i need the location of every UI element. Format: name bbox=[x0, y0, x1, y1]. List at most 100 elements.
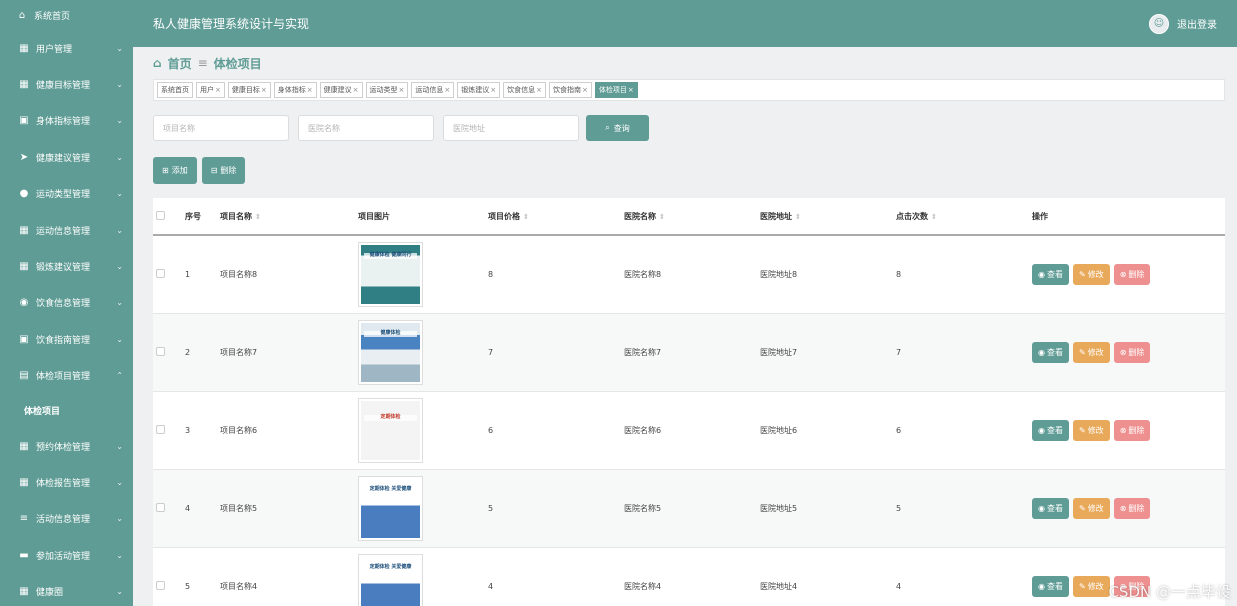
sidebar-item-6[interactable]: ▦ 锻炼建议管理 ⌄ bbox=[0, 248, 133, 284]
sidebar-item-home[interactable]: ⌂ 系统首页 bbox=[0, 0, 133, 30]
header-price[interactable]: 项目价格 ⇕ bbox=[488, 211, 624, 222]
close-icon[interactable]: × bbox=[353, 86, 359, 94]
clipboard-icon: ▣ bbox=[19, 333, 29, 345]
project-name-input[interactable] bbox=[153, 115, 289, 141]
hospital-name-input[interactable] bbox=[298, 115, 434, 141]
delete-button[interactable]: ⊟ 删除 bbox=[201, 157, 246, 184]
close-icon[interactable]: × bbox=[215, 86, 221, 94]
sidebar-subitem-exam-project[interactable]: 体检项目 bbox=[0, 393, 133, 428]
header-clicks[interactable]: 点击次数 ⇕ bbox=[896, 211, 1032, 222]
close-icon[interactable]: × bbox=[261, 86, 267, 94]
tab-tag-7[interactable]: 锻炼建议 × bbox=[457, 82, 501, 98]
edit-button[interactable]: ✎ 修改 bbox=[1072, 576, 1110, 597]
edit-icon: ✎ bbox=[1078, 348, 1086, 357]
row-delete-button[interactable]: ⊗ 删除 bbox=[1113, 264, 1151, 285]
edit-label: 修改 bbox=[1087, 426, 1104, 435]
sidebar-item-12[interactable]: ≡ 活动信息管理 ⌄ bbox=[0, 501, 133, 537]
header-address[interactable]: 医院地址 ⇕ bbox=[760, 211, 896, 222]
header-hospital[interactable]: 医院名称 ⇕ bbox=[624, 211, 760, 222]
project-image[interactable]: 定期体检 关爱健康 bbox=[358, 554, 423, 606]
close-icon[interactable]: × bbox=[628, 86, 634, 94]
view-button[interactable]: ◉ 查看 bbox=[1032, 264, 1069, 285]
tab-tag-4[interactable]: 健康建议 × bbox=[319, 82, 363, 98]
close-icon[interactable]: × bbox=[307, 86, 313, 94]
view-button[interactable]: ◉ 查看 bbox=[1032, 498, 1069, 519]
top-header: 私人健康管理系统设计与实现 ☺ 退出登录 bbox=[133, 0, 1237, 47]
tab-tag-2[interactable]: 健康目标 × bbox=[227, 82, 271, 98]
tab-tag-0[interactable]: 系统首页 bbox=[157, 82, 193, 98]
row-delete-button[interactable]: ⊗ 删除 bbox=[1113, 498, 1151, 519]
row-delete-button[interactable]: ⊗ 删除 bbox=[1113, 420, 1151, 441]
header-name[interactable]: 项目名称 ⇕ bbox=[220, 211, 358, 222]
view-button[interactable]: ◉ 查看 bbox=[1032, 576, 1069, 597]
sidebar-item-label: 身体指标管理 bbox=[36, 117, 91, 128]
sidebar-item-13[interactable]: ▬ 参加活动管理 ⌄ bbox=[0, 537, 133, 573]
action-bar: ⊞ 添加 ⊟ 删除 bbox=[153, 157, 1225, 184]
project-image[interactable]: 健康体检 bbox=[358, 320, 423, 385]
watermark: CSDN @一点毕设 bbox=[1108, 583, 1231, 601]
row-checkbox[interactable] bbox=[156, 503, 165, 512]
tab-tag-8[interactable]: 饮食信息 × bbox=[503, 82, 546, 98]
edit-icon: ✎ bbox=[1078, 426, 1086, 435]
edit-button[interactable]: ✎ 修改 bbox=[1072, 498, 1110, 519]
row-checkbox[interactable] bbox=[156, 581, 165, 590]
close-icon[interactable]: × bbox=[490, 86, 496, 94]
view-button[interactable]: ◉ 查看 bbox=[1032, 420, 1069, 441]
hospital-address-input[interactable] bbox=[443, 115, 579, 141]
sidebar-item-5[interactable]: ▦ 运动信息管理 ⌄ bbox=[0, 212, 133, 248]
view-button[interactable]: ◉ 查看 bbox=[1032, 342, 1069, 363]
cell-address: 医院地址8 bbox=[760, 270, 798, 279]
edit-button[interactable]: ✎ 修改 bbox=[1072, 420, 1110, 441]
sidebar-item-9[interactable]: ▤ 体检项目管理 ⌃ bbox=[0, 358, 133, 394]
project-image[interactable]: 定期体检 关爱健康 bbox=[358, 476, 423, 541]
tab-tag-10[interactable]: 体检项目 × bbox=[594, 82, 638, 98]
select-all-checkbox[interactable] bbox=[156, 210, 165, 220]
sidebar-item-4[interactable]: ● 运动类型管理 ⌄ bbox=[0, 176, 133, 212]
cell-price: 8 bbox=[488, 270, 494, 279]
view-label: 查看 bbox=[1046, 504, 1063, 513]
close-circle-icon: ⊗ bbox=[1119, 348, 1127, 357]
close-circle-icon: ⊗ bbox=[1119, 270, 1127, 279]
sidebar-item-1[interactable]: ▦ 健康目标管理 ⌄ bbox=[0, 66, 133, 102]
tab-tag-5[interactable]: 运动类型 × bbox=[365, 82, 409, 98]
tab-tag-label: 用户 bbox=[200, 86, 214, 94]
close-icon[interactable]: × bbox=[536, 86, 542, 94]
tab-tag-9[interactable]: 饮食指南 × bbox=[549, 82, 592, 98]
home-icon: ⌂ bbox=[18, 9, 26, 21]
edit-button[interactable]: ✎ 修改 bbox=[1072, 264, 1110, 285]
tab-tag-1[interactable]: 用户 × bbox=[196, 82, 225, 98]
sidebar-item-7[interactable]: ◉ 饮食信息管理 ⌄ bbox=[0, 285, 133, 321]
tab-tag-6[interactable]: 运动信息 × bbox=[411, 82, 455, 98]
close-icon[interactable]: × bbox=[582, 86, 588, 94]
tab-tag-3[interactable]: 身体指标 × bbox=[273, 82, 317, 98]
project-image[interactable]: 健康体检 健康同行 bbox=[358, 242, 423, 307]
sidebar-item-14[interactable]: ▦ 健康圈 ⌄ bbox=[0, 573, 133, 606]
sidebar-item-10[interactable]: ▦ 预约体检管理 ⌄ bbox=[0, 428, 133, 464]
breadcrumb-current: 体检项目 bbox=[213, 56, 262, 71]
close-icon[interactable]: × bbox=[444, 86, 450, 94]
delete-square-icon: ⊟ bbox=[210, 166, 218, 175]
row-checkbox[interactable] bbox=[156, 425, 165, 434]
sidebar-item-2[interactable]: ▣ 身体指标管理 ⌄ bbox=[0, 103, 133, 139]
sidebar-item-11[interactable]: ▦ 体检报告管理 ⌄ bbox=[0, 464, 133, 500]
edit-button[interactable]: ✎ 修改 bbox=[1072, 342, 1110, 363]
logout-link[interactable]: 退出登录 bbox=[1177, 16, 1217, 31]
sidebar-item-8[interactable]: ▣ 饮食指南管理 ⌄ bbox=[0, 321, 133, 357]
project-image[interactable]: 定期体检 bbox=[358, 398, 423, 463]
avatar[interactable]: ☺ bbox=[1149, 13, 1169, 34]
eye-icon: ◉ bbox=[1038, 582, 1045, 591]
search-button[interactable]: ⌕ 查询 bbox=[586, 115, 649, 141]
add-button[interactable]: ⊞ 添加 bbox=[153, 157, 197, 184]
row-delete-button[interactable]: ⊗ 删除 bbox=[1113, 342, 1151, 363]
row-checkbox[interactable] bbox=[156, 347, 165, 356]
row-checkbox[interactable] bbox=[156, 269, 165, 278]
breadcrumb-home[interactable]: 首页 bbox=[168, 55, 192, 72]
chevron-down-icon: ⌄ bbox=[116, 225, 123, 235]
sidebar-item-0[interactable]: ▦ 用户管理 ⌄ bbox=[0, 30, 133, 66]
close-icon[interactable]: × bbox=[399, 86, 405, 94]
cell-idx: 2 bbox=[185, 348, 191, 357]
sidebar-item-3[interactable]: ➤ 健康建议管理 ⌄ bbox=[0, 139, 133, 175]
table-row: 3 项目名称6 定期体检 6 医院名称6 医院地址6 6 ◉ 查看 ✎ 修改 ⊗ 删除 bbox=[153, 392, 1225, 470]
sort-icon: ⇕ bbox=[931, 212, 937, 221]
cell-idx: 4 bbox=[185, 504, 191, 513]
